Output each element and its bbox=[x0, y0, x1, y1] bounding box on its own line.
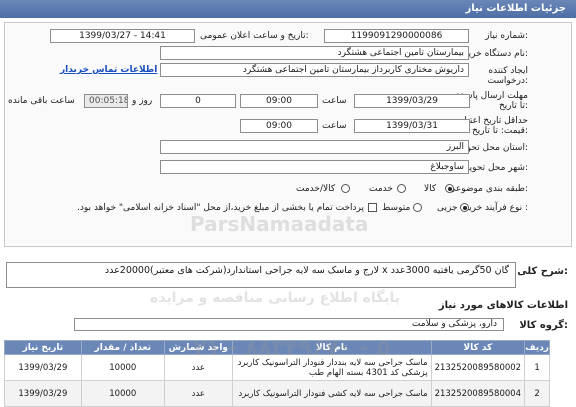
row-qty: 10000 bbox=[80, 354, 165, 381]
category-label: طبقه بندی موضوعی: bbox=[448, 184, 528, 194]
need-number-label: شماره نیاز: bbox=[485, 31, 528, 41]
row-unit: عدد bbox=[163, 380, 233, 407]
col-header-date: تاریخ نیاز bbox=[4, 340, 82, 355]
goods-section-title: اطلاعات کالاهای مورد نیاز bbox=[438, 300, 568, 311]
category-option-goods-service: کالا/خدمت bbox=[296, 184, 336, 194]
page-title: جزئیات اطلاعات نیاز bbox=[465, 3, 566, 14]
remaining-time-label: ساعت باقی مانده bbox=[8, 96, 75, 106]
row-name: ماسک جراحی سه لایه کشی فنودار التراسونیک… bbox=[231, 380, 432, 407]
announce-date-label: تاریخ و ساعت اعلان عمومی: bbox=[200, 31, 309, 41]
process-option-medium: متوسط bbox=[382, 203, 411, 213]
remaining-days-field: 0 bbox=[160, 94, 236, 108]
page-header: جزئیات اطلاعات نیاز bbox=[0, 0, 576, 18]
buyer-org-field: بیمارستان تامین اجتماعی هشتگرد bbox=[160, 46, 469, 60]
col-header-index: ردیف bbox=[524, 340, 550, 355]
col-header-unit: واحد شمارش bbox=[163, 340, 233, 355]
table-row: 1 2132520089580002 ماسک جراحی سه لایه بن… bbox=[4, 354, 550, 381]
row-code: 2132520089580002 bbox=[430, 354, 526, 381]
process-type-label: نوع فرآیند خرید : bbox=[464, 203, 528, 213]
province-field: البرز bbox=[160, 140, 469, 154]
col-header-name: نام کالا bbox=[231, 340, 432, 355]
creator-field: داریوش مختاری کاربرداز بیمارستان تامین ا… bbox=[160, 63, 469, 77]
treasury-payment-checkbox[interactable] bbox=[368, 203, 377, 212]
goods-table: ردیف کد کالا نام کالا واحد شمارش تعداد /… bbox=[4, 340, 550, 407]
category-option-goods: کالا bbox=[424, 184, 437, 194]
reply-date-field: 1399/03/29 bbox=[354, 94, 470, 108]
treasury-payment-note: پرداخت تمام یا بخشی از مبلغ خرید،از محل … bbox=[76, 203, 364, 213]
city-label: شهر محل تحویل: bbox=[462, 163, 528, 173]
price-time-field: 09:00 bbox=[240, 119, 318, 133]
table-row: 2 2132520089580004 ماسک جراحی سه لایه کش… bbox=[4, 380, 550, 407]
goods-group-field: دارو، پزشکی و سلامت bbox=[74, 318, 504, 331]
process-radio-minor[interactable] bbox=[460, 203, 469, 212]
row-unit: عدد bbox=[163, 354, 233, 381]
goods-table-header: ردیف کد کالا نام کالا واحد شمارش تعداد /… bbox=[4, 340, 550, 355]
buyer-contact-link[interactable]: اطلاعات تماس خریدار bbox=[60, 65, 157, 75]
process-option-minor: جزیی bbox=[437, 203, 458, 213]
days-label: روز و bbox=[132, 96, 153, 106]
goods-group-label: گروه کالا: bbox=[519, 320, 568, 331]
price-date-field: 1399/03/31 bbox=[354, 119, 470, 133]
col-header-qty: تعداد / مقدار bbox=[80, 340, 165, 355]
category-radio-goods-service[interactable] bbox=[341, 184, 350, 193]
row-date: 1399/03/29 bbox=[4, 380, 82, 407]
announce-date-field: 1399/03/27 - 14:41 bbox=[50, 29, 195, 43]
reply-time-field: 09:00 bbox=[240, 94, 318, 108]
need-description-field: گان 50گرمی یافتیه 3000عدد x لارج و ماسک … bbox=[6, 262, 516, 288]
col-header-code: کد کالا bbox=[430, 340, 526, 355]
row-index: 1 bbox=[524, 354, 550, 381]
reply-time-label: ساعت bbox=[322, 96, 347, 106]
category-radio-goods[interactable] bbox=[445, 184, 454, 193]
city-field: ساوجبلاغ bbox=[160, 160, 469, 174]
process-radio-medium[interactable] bbox=[413, 203, 422, 212]
row-date: 1399/03/29 bbox=[4, 354, 82, 381]
row-qty: 10000 bbox=[80, 380, 165, 407]
row-index: 2 bbox=[524, 380, 550, 407]
category-radio-service[interactable] bbox=[397, 184, 406, 193]
remaining-time-field: 00:05:18 bbox=[84, 94, 128, 108]
need-number-field: 1199091290000086 bbox=[324, 29, 469, 43]
row-code: 2132520089580004 bbox=[430, 380, 526, 407]
watermark-line: پایگاه اطلاع رسانی مناقصه و مزایده bbox=[150, 290, 401, 306]
category-option-service: خدمت bbox=[369, 184, 393, 194]
row-name: ماسک جراحی سه لایه بنددار فنودار التراسو… bbox=[231, 354, 432, 381]
price-time-label: ساعت bbox=[322, 121, 347, 131]
